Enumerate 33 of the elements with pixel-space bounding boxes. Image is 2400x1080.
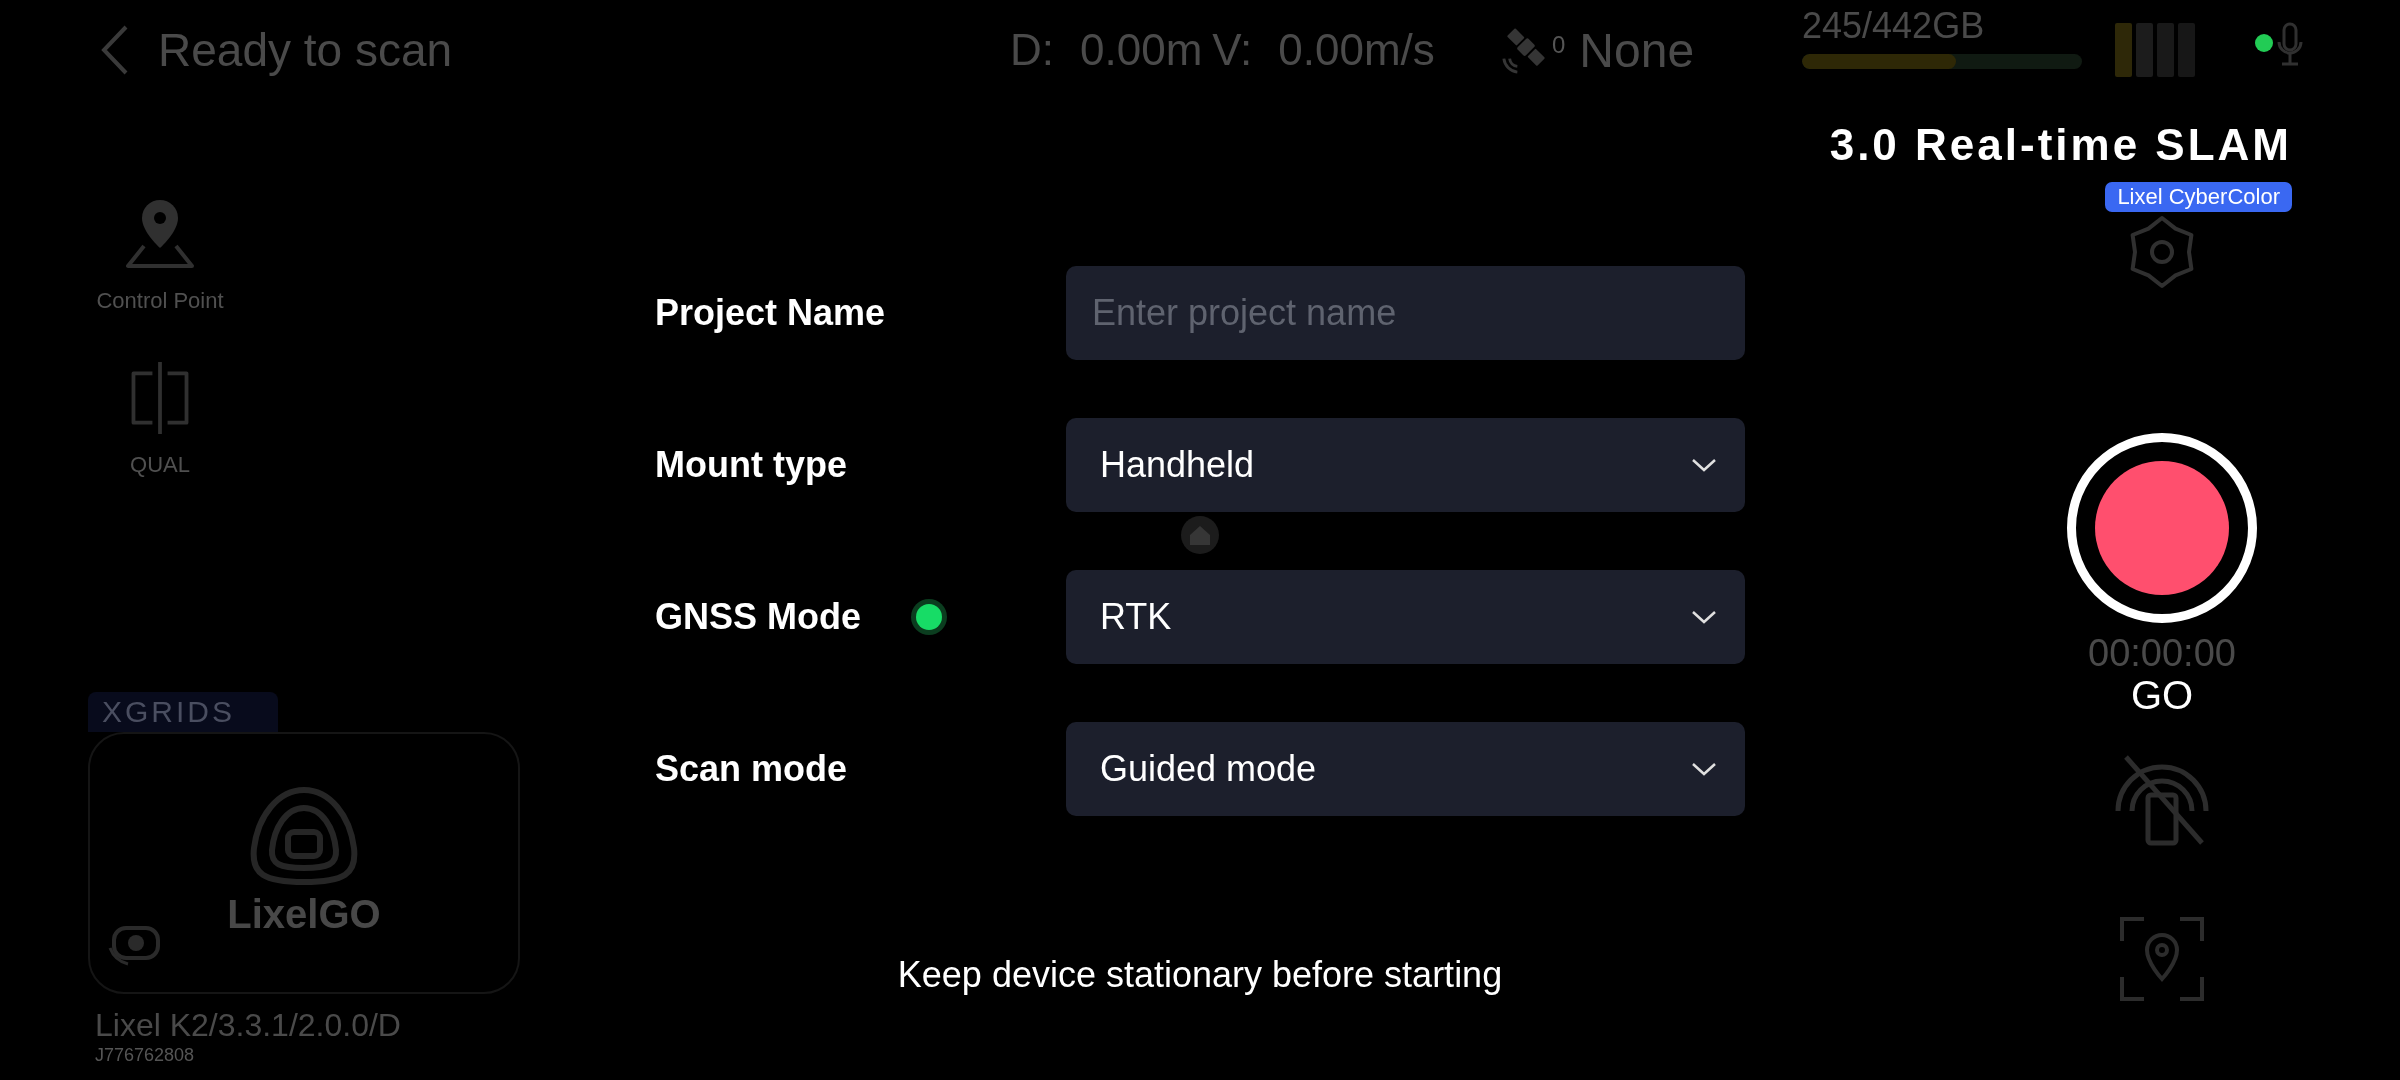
satellite-count: 0 [1552, 30, 1566, 59]
gnss-mode-dropdown[interactable]: RTK [1066, 570, 1745, 664]
chevron-left-icon [100, 25, 130, 75]
chevron-down-icon [1691, 762, 1717, 776]
distance-label: D: [1010, 25, 1054, 75]
storage-text: 245/442GB [1802, 6, 1986, 46]
home-marker-icon [1180, 515, 1220, 555]
location-scan-icon[interactable] [2118, 915, 2206, 1003]
scan-mode-dropdown[interactable]: Guided mode [1066, 722, 1745, 816]
timer-text: 00:00:00 [2088, 633, 2236, 673]
field-label: GNSS Mode [655, 596, 862, 638]
speed-label: V: [1212, 25, 1253, 75]
distance-value: 0.00m [1080, 25, 1203, 75]
go-label: GO [2130, 673, 2194, 717]
mode-title: 3.0 Real-time SLAM [1829, 120, 2292, 170]
app-name: LixelGO [227, 892, 381, 936]
chevron-down-icon [1691, 610, 1717, 624]
mount-type-dropdown[interactable]: Handheld [1066, 418, 1745, 512]
field-label: Project Name [655, 292, 887, 334]
product-badge: Lixel CyberColor [2105, 182, 2292, 212]
gnss-fix-status: None [1579, 22, 1695, 78]
device-version-text: Lixel K2/3.3.1/2.0.0/D [95, 1006, 401, 1044]
speed-value: 0.00m/s [1278, 25, 1435, 75]
serial-number-text: J776762808 [95, 1044, 195, 1066]
project-name-field[interactable]: Enter project name [1066, 266, 1745, 360]
brand-label: XGRIDS [88, 692, 278, 732]
record-dot-icon [2095, 461, 2229, 595]
field-label: Mount type [655, 444, 848, 486]
field-label: Scan mode [655, 748, 849, 790]
level-bars-icon [2115, 23, 2195, 77]
status-dot-icon [2255, 34, 2273, 52]
hint-text: Keep device stationary before starting [896, 954, 1504, 996]
chevron-down-icon [1691, 458, 1717, 472]
